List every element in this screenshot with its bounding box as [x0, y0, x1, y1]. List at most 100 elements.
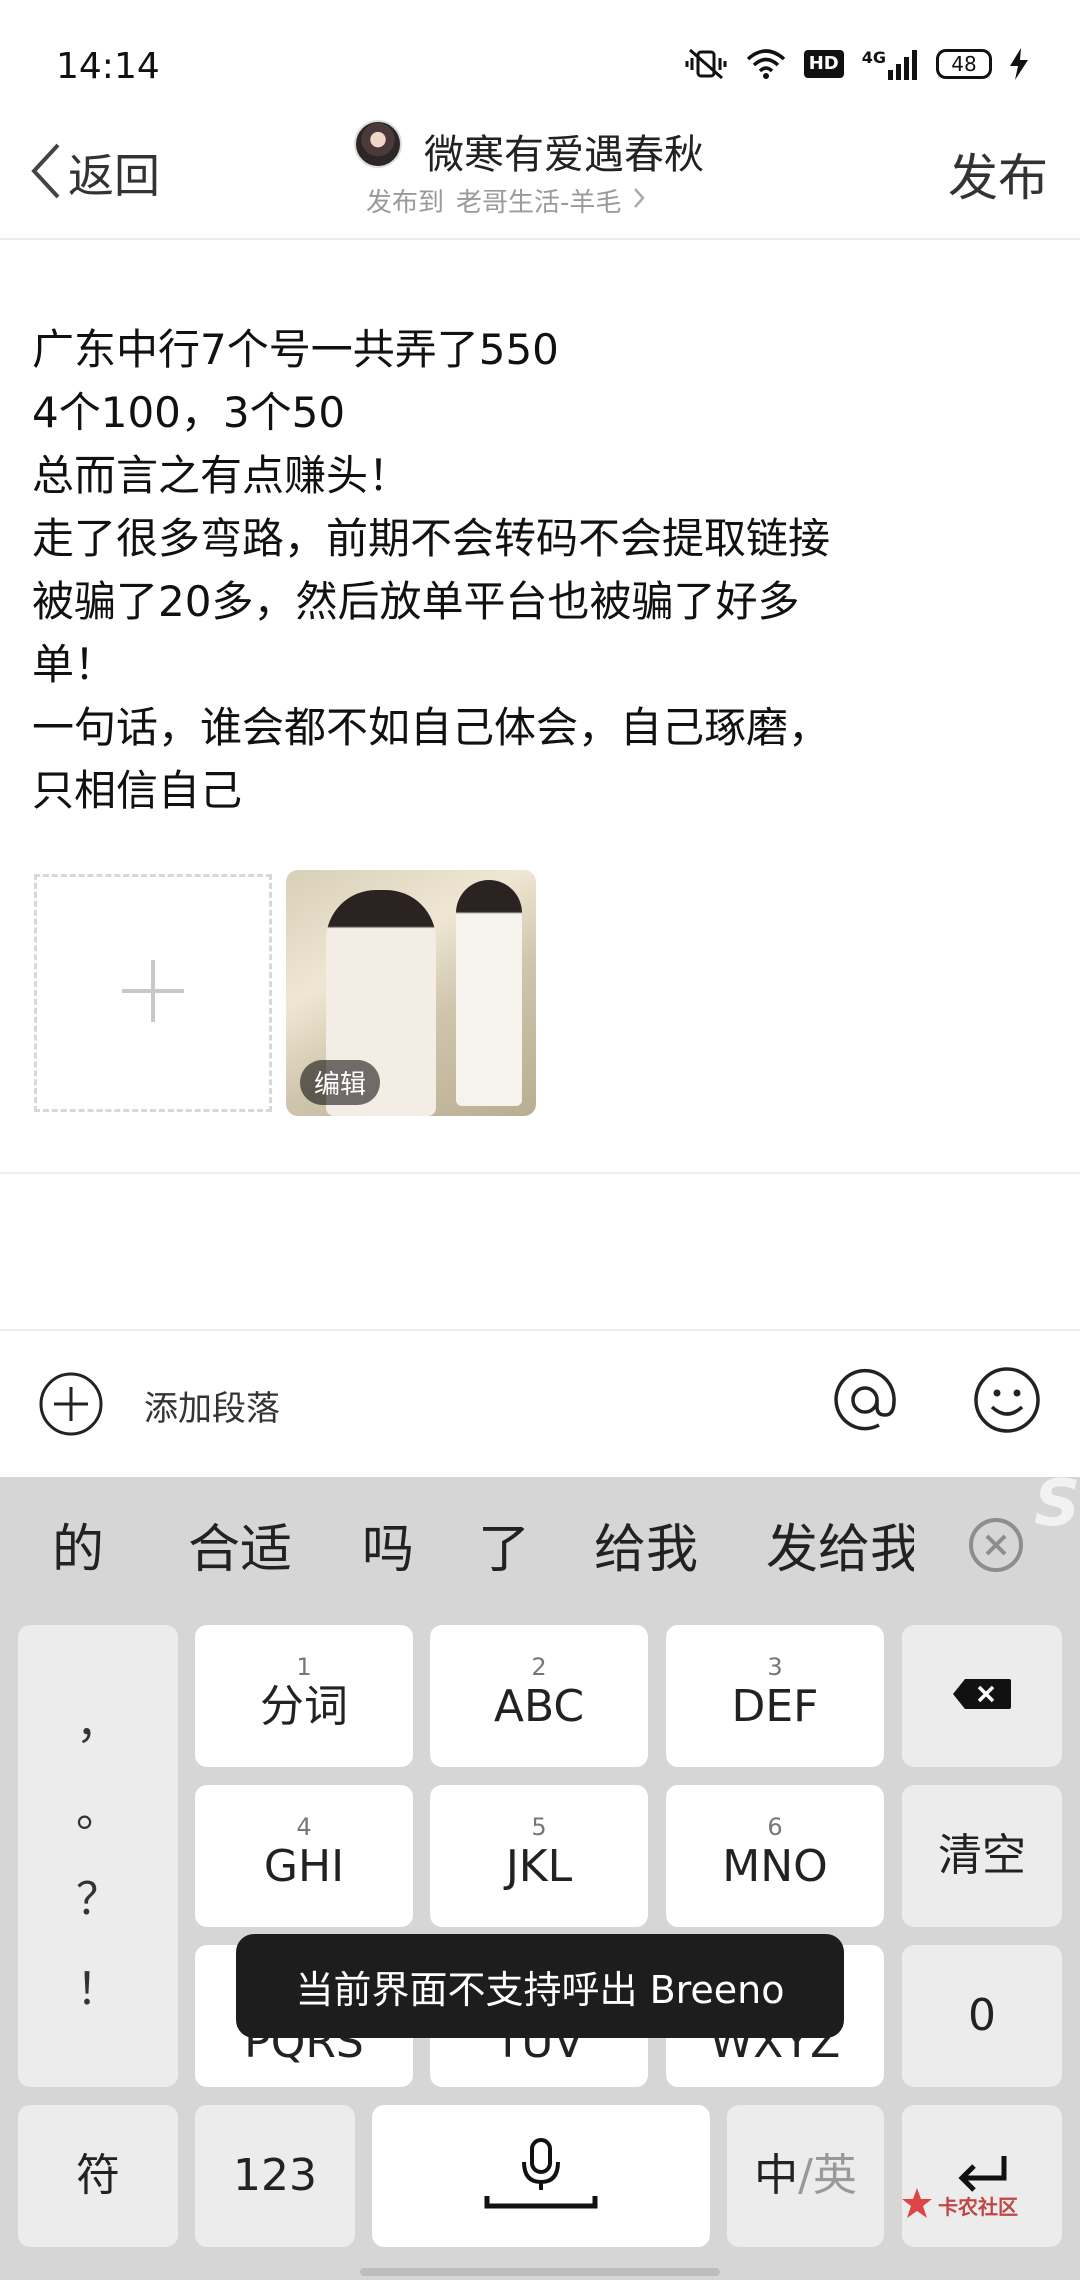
key-digit: 6 — [767, 1813, 783, 1841]
key-digit: 5 — [531, 1813, 547, 1841]
battery-icon: 48 — [936, 49, 992, 79]
key-5[interactable]: 5 JKL — [430, 1785, 648, 1927]
language-toggle-key[interactable]: 中 / 英 — [727, 2105, 884, 2247]
photo-subject — [456, 880, 522, 1106]
key-4[interactable]: 4 GHI — [195, 1785, 413, 1927]
publish-to-prefix: 发布到 — [366, 188, 445, 218]
attached-photo[interactable]: 编辑 — [286, 870, 536, 1116]
back-button[interactable]: 返回 — [28, 138, 160, 208]
post-line: 广东中行7个号一共弄了550 — [32, 325, 559, 374]
key-2[interactable]: 2 ABC — [430, 1625, 648, 1767]
candidate-word[interactable]: 给我 — [594, 1507, 698, 1582]
post-text-editor[interactable]: 广东中行7个号一共弄了550 4个100，3个50 总而言之有点赚头！ 走了很多… — [32, 318, 1048, 822]
key-digit: 4 — [296, 1813, 312, 1841]
key-label: DEF — [731, 1681, 819, 1732]
numbers-key[interactable]: 123 — [195, 2105, 355, 2247]
publish-to-target: 老哥生活-羊毛 — [456, 188, 622, 218]
backspace-key[interactable] — [902, 1625, 1062, 1767]
post-line: 只相信自己 — [32, 766, 243, 815]
toast-message: 当前界面不支持呼出 Breeno — [236, 1934, 844, 2038]
home-indicator[interactable] — [360, 2268, 720, 2276]
key-digit: 1 — [296, 1653, 312, 1681]
lang-separator: / — [798, 2150, 813, 2201]
add-image-button[interactable] — [34, 874, 272, 1112]
publish-button[interactable]: 发布 — [948, 138, 1048, 210]
post-line: 被骗了20多，然后放单平台也被骗了好多 — [32, 577, 800, 626]
punct-key[interactable]: ？ — [18, 1863, 178, 1927]
punct-key[interactable]: ！ — [18, 1953, 178, 2017]
editor-toolbar: 添加段落 — [0, 1331, 1080, 1477]
ime-logo-icon: S — [1034, 1477, 1080, 1537]
publish-target-selector[interactable]: 发布到 老哥生活-羊毛 — [366, 182, 646, 219]
backspace-icon — [951, 1677, 1013, 1715]
status-time: 14:14 — [56, 46, 160, 87]
key-digit: 3 — [767, 1653, 783, 1681]
candidate-word[interactable]: 吗 — [362, 1507, 414, 1582]
plus-icon — [120, 958, 186, 1028]
add-paragraph-button[interactable]: 添加段落 — [144, 1381, 280, 1430]
chevron-right-icon — [633, 186, 646, 216]
lang-zh: 中 — [754, 2150, 799, 2201]
back-label: 返回 — [68, 149, 160, 203]
emoji-icon[interactable] — [972, 1365, 1042, 1439]
space-voice-key[interactable] — [372, 2105, 710, 2247]
post-line: 走了很多弯路，前期不会转码不会提取链接 — [32, 514, 831, 563]
candidate-word[interactable]: 合适 — [188, 1507, 292, 1582]
status-icons: HD 4G 48 — [684, 44, 1028, 84]
candidate-word[interactable]: 发给我 — [766, 1507, 914, 1577]
candidate-overflow: 发给我 — [766, 1507, 914, 1577]
post-line: 4个100，3个50 — [32, 388, 346, 437]
key-6[interactable]: 6 MNO — [666, 1785, 884, 1927]
battery-level: 48 — [951, 52, 977, 76]
key-label: 123 — [233, 2150, 317, 2201]
key-digit: 2 — [531, 1653, 547, 1681]
status-bar: 14:14 HD 4G 48 — [0, 0, 1080, 120]
key-0[interactable]: 0 — [902, 1945, 1062, 2087]
add-paragraph-icon[interactable] — [38, 1371, 104, 1441]
mention-at-icon[interactable] — [832, 1365, 898, 1439]
close-candidates-icon[interactable] — [968, 1517, 1024, 1577]
clear-key[interactable]: 清空 — [902, 1785, 1062, 1927]
post-line: 一句话，谁会都不如自己体会，自己琢磨， — [32, 703, 831, 752]
candidate-word[interactable]: 了 — [478, 1507, 530, 1582]
author-info[interactable]: 微寒有爱遇春秋 发布到 老哥生活-羊毛 — [350, 120, 750, 240]
signal-icon: 4G — [862, 48, 918, 80]
mute-vibrate-icon — [684, 46, 728, 82]
watermark-logo-icon — [900, 2186, 934, 2224]
key-label: 分词 — [260, 1681, 348, 1732]
hd-icon: HD — [803, 50, 844, 78]
charging-icon — [1010, 48, 1028, 80]
divider — [0, 1172, 1080, 1174]
lang-en: 英 — [812, 2150, 857, 2201]
post-line: 总而言之有点赚头！ — [32, 451, 411, 500]
image-attachments: 编辑 — [34, 870, 536, 1116]
microphone-icon — [483, 2136, 599, 2216]
key-label: JKL — [505, 1841, 573, 1892]
wifi-icon — [746, 48, 786, 80]
nav-header: 返回 微寒有爱遇春秋 发布到 老哥生活-羊毛 发布 — [0, 120, 1080, 240]
key-label: 0 — [968, 1990, 996, 2041]
avatar — [354, 120, 402, 168]
key-label: GHI — [263, 1841, 345, 1892]
network-label: 4G — [861, 48, 886, 67]
key-3[interactable]: 3 DEF — [666, 1625, 884, 1767]
key-1[interactable]: 1 分词 — [195, 1625, 413, 1767]
author-name: 微寒有爱遇春秋 — [424, 132, 704, 178]
punct-key[interactable]: 。 — [18, 1775, 178, 1839]
symbols-key[interactable]: 符 — [18, 2105, 178, 2247]
edit-image-button[interactable]: 编辑 — [300, 1060, 381, 1105]
key-label: 符 — [76, 2150, 120, 2201]
candidate-word[interactable]: 的 — [52, 1507, 104, 1582]
watermark-text: 卡农社区 — [938, 2194, 1018, 2219]
enter-key[interactable] — [902, 2105, 1062, 2247]
punctuation-column: ， 。 ？ ！ — [18, 1625, 178, 2087]
candidate-bar: 的 合适 吗 了 给我 发给我 S — [0, 1477, 1080, 1607]
keyboard: 的 合适 吗 了 给我 发给我 S ， 。 ？ ！ 1 分词 2 ABC 3 D… — [0, 1477, 1080, 2280]
key-label: ABC — [493, 1681, 585, 1732]
chevron-left-icon — [28, 141, 62, 205]
post-line: 单！ — [32, 640, 117, 689]
key-label: 清空 — [938, 1830, 1026, 1881]
key-label: MNO — [722, 1841, 828, 1892]
watermark: 卡农社区 — [900, 2186, 1018, 2224]
punct-key[interactable]: ， — [18, 1687, 178, 1751]
